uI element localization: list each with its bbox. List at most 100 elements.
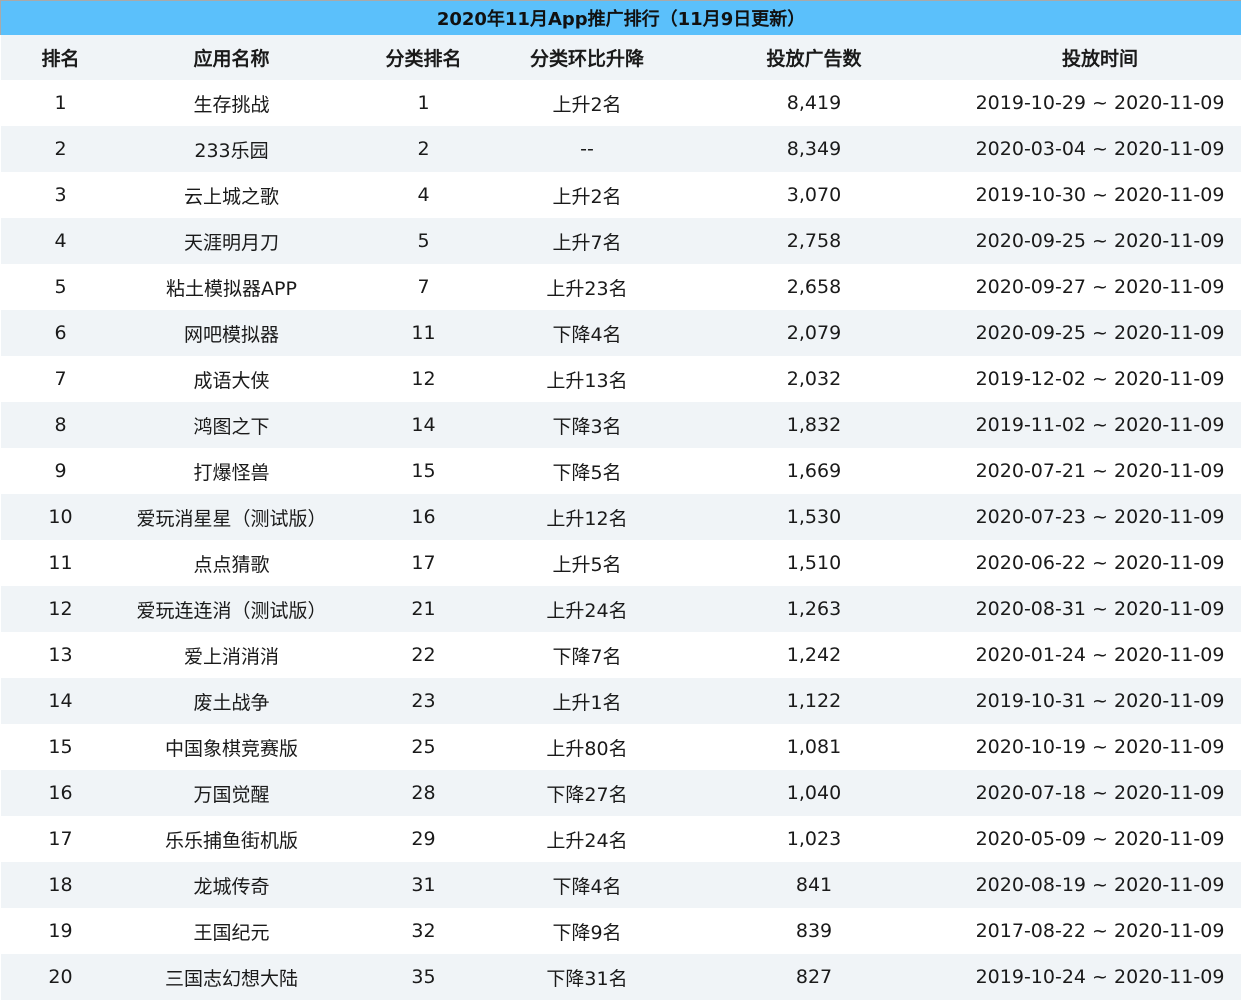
cell-ad-count: 839 — [669, 908, 959, 954]
cell-app-name: 点点猜歌 — [120, 540, 343, 586]
cell-app-name: 天涯明月刀 — [120, 218, 343, 264]
column-header-rank-change: 分类环比升降 — [504, 35, 670, 80]
cell-rank: 19 — [0, 908, 121, 954]
table-row: 15 中国象棋竞赛版 25 上升80名 1,081 2020-10-19 ~ 2020-1… — [0, 724, 1241, 770]
cell-category-rank: 29 — [342, 816, 505, 862]
table-row: 8 鸿图之下 14 下降3名 1,832 2019-11-02 ~ 2020-11-09 — [0, 402, 1241, 448]
cell-ad-count: 8,419 — [669, 80, 959, 126]
cell-ad-period: 2020-05-09 ~ 2020-11-09 — [958, 816, 1241, 862]
cell-app-name: 三国志幻想大陆 — [120, 954, 343, 1000]
cell-rank-change: 上升24名 — [504, 586, 670, 632]
cell-rank: 12 — [0, 586, 121, 632]
cell-category-rank: 16 — [342, 494, 505, 540]
cell-ad-period: 2019-10-29 ~ 2020-11-09 — [958, 80, 1241, 126]
table-row: 20 三国志幻想大陆 35 下降31名 827 2019-10-24 ~ 2020-11-… — [0, 954, 1241, 1000]
cell-rank: 16 — [0, 770, 121, 816]
cell-ad-count: 8,349 — [669, 126, 959, 172]
cell-rank-change: 上升12名 — [504, 494, 670, 540]
cell-category-rank: 21 — [342, 586, 505, 632]
cell-ad-period: 2020-09-27 ~ 2020-11-09 — [958, 264, 1241, 310]
cell-ad-count: 1,081 — [669, 724, 959, 770]
cell-ad-count: 1,242 — [669, 632, 959, 678]
cell-category-rank: 1 — [342, 80, 505, 126]
cell-app-name: 龙城传奇 — [120, 862, 343, 908]
table-row: 13 爱上消消消 22 下降7名 1,242 2020-01-24 ~ 2020-11-0… — [0, 632, 1241, 678]
cell-app-name: 王国纪元 — [120, 908, 343, 954]
cell-category-rank: 17 — [342, 540, 505, 586]
column-header-category-rank: 分类排名 — [342, 35, 505, 80]
cell-ad-period: 2020-10-19 ~ 2020-11-09 — [958, 724, 1241, 770]
cell-rank-change: 上升5名 — [504, 540, 670, 586]
cell-rank-change: 上升13名 — [504, 356, 670, 402]
cell-rank-change: 下降27名 — [504, 770, 670, 816]
app-ranking-table: 2020年11月App推广排行（11月9日更新） 排名 应用名称 分类排名 分类… — [0, 0, 1241, 1000]
cell-category-rank: 32 — [342, 908, 505, 954]
cell-rank: 1 — [0, 80, 121, 126]
cell-ad-period: 2020-07-18 ~ 2020-11-09 — [958, 770, 1241, 816]
table-row: 19 王国纪元 32 下降9名 839 2017-08-22 ~ 2020-11-09 — [0, 908, 1241, 954]
table-row: 6 网吧模拟器 11 下降4名 2,079 2020-09-25 ~ 2020-11-09 — [0, 310, 1241, 356]
cell-category-rank: 25 — [342, 724, 505, 770]
cell-ad-count: 1,530 — [669, 494, 959, 540]
cell-ad-period: 2020-01-24 ~ 2020-11-09 — [958, 632, 1241, 678]
table-row: 14 废土战争 23 上升1名 1,122 2019-10-31 ~ 2020-11-09 — [0, 678, 1241, 724]
cell-rank-change: 上升2名 — [504, 80, 670, 126]
cell-ad-count: 1,510 — [669, 540, 959, 586]
cell-app-name: 鸿图之下 — [120, 402, 343, 448]
cell-rank: 8 — [0, 402, 121, 448]
cell-app-name: 万国觉醒 — [120, 770, 343, 816]
cell-ad-count: 2,658 — [669, 264, 959, 310]
table-row: 1 生存挑战 1 上升2名 8,419 2019-10-29 ~ 2020-11-09 — [0, 80, 1241, 126]
cell-rank-change: 下降31名 — [504, 954, 670, 1000]
cell-ad-period: 2019-10-24 ~ 2020-11-09 — [958, 954, 1241, 1000]
cell-ad-count: 1,122 — [669, 678, 959, 724]
cell-rank-change: 下降4名 — [504, 862, 670, 908]
cell-ad-count: 841 — [669, 862, 959, 908]
cell-ad-period: 2019-10-31 ~ 2020-11-09 — [958, 678, 1241, 724]
cell-ad-period: 2019-11-02 ~ 2020-11-09 — [958, 402, 1241, 448]
cell-ad-count: 2,032 — [669, 356, 959, 402]
table-body: 1 生存挑战 1 上升2名 8,419 2019-10-29 ~ 2020-11-09 2 2… — [0, 80, 1241, 1000]
cell-rank-change: 上升23名 — [504, 264, 670, 310]
table-row: 17 乐乐捕鱼街机版 29 上升24名 1,023 2020-05-09 ~ 2020-1… — [0, 816, 1241, 862]
cell-rank-change: 下降9名 — [504, 908, 670, 954]
column-header-row: 排名 应用名称 分类排名 分类环比升降 投放广告数 投放时间 — [0, 35, 1241, 80]
cell-category-rank: 2 — [342, 126, 505, 172]
table-row: 3 云上城之歌 4 上升2名 3,070 2019-10-30 ~ 2020-11-09 — [0, 172, 1241, 218]
cell-app-name: 粘土模拟器APP — [120, 264, 343, 310]
cell-rank-change: 上升7名 — [504, 218, 670, 264]
table-row: 2 233乐园 2 -- 8,349 2020-03-04 ~ 2020-11-09 — [0, 126, 1241, 172]
table-row: 16 万国觉醒 28 下降27名 1,040 2020-07-18 ~ 2020-11-0… — [0, 770, 1241, 816]
table-row: 12 爱玩连连消（测试版） 21 上升24名 1,263 2020-08-31 ~ 202… — [0, 586, 1241, 632]
table-title-row: 2020年11月App推广排行（11月9日更新） — [0, 0, 1241, 35]
cell-ad-count: 827 — [669, 954, 959, 1000]
cell-ad-period: 2020-08-19 ~ 2020-11-09 — [958, 862, 1241, 908]
cell-rank: 10 — [0, 494, 121, 540]
cell-category-rank: 28 — [342, 770, 505, 816]
cell-rank: 2 — [0, 126, 121, 172]
cell-category-rank: 11 — [342, 310, 505, 356]
cell-app-name: 网吧模拟器 — [120, 310, 343, 356]
table-row: 18 龙城传奇 31 下降4名 841 2020-08-19 ~ 2020-11-09 — [0, 862, 1241, 908]
cell-ad-count: 2,758 — [669, 218, 959, 264]
cell-rank: 17 — [0, 816, 121, 862]
cell-rank-change: 上升80名 — [504, 724, 670, 770]
cell-rank: 20 — [0, 954, 121, 1000]
cell-ad-period: 2020-07-23 ~ 2020-11-09 — [958, 494, 1241, 540]
cell-rank: 4 — [0, 218, 121, 264]
cell-category-rank: 23 — [342, 678, 505, 724]
cell-ad-period: 2020-03-04 ~ 2020-11-09 — [958, 126, 1241, 172]
cell-ad-period: 2020-06-22 ~ 2020-11-09 — [958, 540, 1241, 586]
table-row: 7 成语大侠 12 上升13名 2,032 2019-12-02 ~ 2020-11-09 — [0, 356, 1241, 402]
cell-app-name: 废土战争 — [120, 678, 343, 724]
cell-category-rank: 14 — [342, 402, 505, 448]
cell-ad-count: 1,669 — [669, 448, 959, 494]
cell-app-name: 爱上消消消 — [120, 632, 343, 678]
column-header-ad-count: 投放广告数 — [669, 35, 959, 80]
column-header-rank: 排名 — [0, 35, 121, 80]
cell-category-rank: 4 — [342, 172, 505, 218]
table-row: 10 爱玩消星星（测试版） 16 上升12名 1,530 2020-07-23 ~ 202… — [0, 494, 1241, 540]
cell-ad-count: 3,070 — [669, 172, 959, 218]
cell-rank: 13 — [0, 632, 121, 678]
cell-app-name: 爱玩连连消（测试版） — [120, 586, 343, 632]
